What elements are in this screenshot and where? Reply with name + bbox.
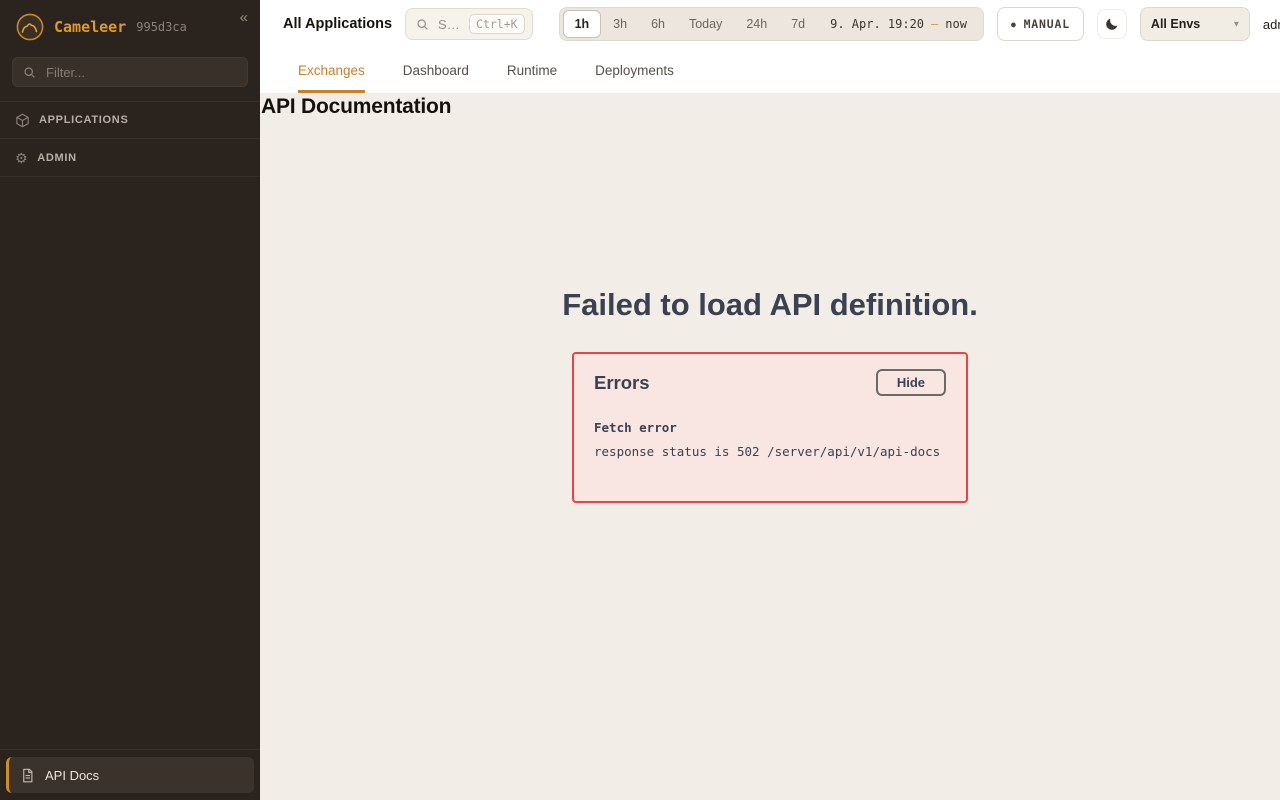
time-range-group: 1h 3h 6h Today 24h 7d 9. Apr. 19:20 — no… (559, 7, 984, 41)
tab-deployments[interactable]: Deployments (595, 48, 674, 93)
sidebar-footer: API Docs (0, 749, 260, 800)
package-icon (15, 113, 30, 128)
tab-runtime[interactable]: Runtime (507, 48, 557, 93)
hide-errors-button[interactable]: Hide (876, 369, 946, 396)
sidebar: Cameleer 995d3ca « APPLICATIONS ⚙ ADMIN (0, 0, 260, 800)
refresh-mode-button[interactable]: ● MANUAL (997, 7, 1084, 41)
date-range-end: now (945, 17, 967, 31)
time-range-7d[interactable]: 7d (779, 10, 817, 38)
refresh-mode-label: MANUAL (1024, 17, 1070, 31)
sidebar-collapse-icon[interactable]: « (240, 9, 248, 26)
brand-version: 995d3ca (136, 20, 187, 34)
search-icon (23, 66, 36, 79)
sidebar-item-api-docs[interactable]: API Docs (6, 757, 254, 793)
camel-logo-icon (16, 13, 44, 41)
time-range-today[interactable]: Today (677, 10, 734, 38)
tab-exchanges[interactable]: Exchanges (298, 48, 365, 93)
sidebar-filter-input[interactable] (44, 64, 237, 81)
search-shortcut-badge: Ctrl+K (469, 14, 525, 34)
brand-name: Cameleer (54, 18, 126, 36)
error-name: Fetch error (594, 420, 946, 435)
errors-panel: Errors Hide Fetch error response status … (572, 352, 968, 503)
document-icon (20, 768, 35, 783)
sidebar-item-admin[interactable]: ⚙ ADMIN (0, 139, 260, 177)
tab-bar: Exchanges Dashboard Runtime Deployments (260, 48, 1280, 93)
date-range-separator: — (931, 17, 938, 31)
global-search[interactable]: Ctrl+K (405, 8, 533, 40)
tab-dashboard[interactable]: Dashboard (403, 48, 469, 93)
main-column: All Applications Ctrl+K 1h 3h 6h Today 2… (260, 0, 1280, 800)
error-detail: response status is 502 /server/api/v1/ap… (594, 444, 946, 459)
page-context-title: All Applications (283, 16, 392, 32)
chevron-down-icon: ▾ (1234, 19, 1239, 30)
page-title: API Documentation (261, 95, 451, 119)
top-bar: All Applications Ctrl+K 1h 3h 6h Today 2… (260, 0, 1280, 48)
time-range-1h[interactable]: 1h (563, 10, 602, 38)
api-load-error-heading: Failed to load API definition. (562, 287, 978, 323)
sidebar-item-applications[interactable]: APPLICATIONS (0, 101, 260, 139)
moon-icon (1104, 16, 1120, 32)
environment-select-value: All Envs (1151, 17, 1200, 31)
sidebar-item-label: API Docs (45, 768, 99, 783)
time-range-6h[interactable]: 6h (639, 10, 677, 38)
app-root: Cameleer 995d3ca « APPLICATIONS ⚙ ADMIN (0, 0, 1280, 800)
gear-icon: ⚙ (15, 151, 28, 165)
theme-toggle-button[interactable] (1097, 9, 1127, 39)
environment-select[interactable]: All Envs ▾ (1140, 7, 1250, 41)
sidebar-item-label: ADMIN (37, 152, 77, 164)
user-menu[interactable]: adm (1263, 17, 1280, 32)
date-range-display[interactable]: 9. Apr. 19:20 — now (817, 17, 980, 31)
global-search-input[interactable] (436, 16, 462, 33)
status-dot-icon: ● (1011, 20, 1017, 29)
errors-panel-header: Errors Hide (594, 369, 946, 396)
content-area: API Documentation Failed to load API def… (260, 93, 1280, 800)
date-range-start: 9. Apr. 19:20 (830, 17, 924, 31)
sidebar-item-label: APPLICATIONS (39, 114, 128, 126)
sidebar-logo-row: Cameleer 995d3ca « (0, 0, 260, 51)
time-range-24h[interactable]: 24h (734, 10, 779, 38)
errors-panel-title: Errors (594, 372, 650, 394)
sidebar-filter[interactable] (12, 57, 248, 87)
time-range-3h[interactable]: 3h (601, 10, 639, 38)
search-icon (416, 18, 429, 31)
